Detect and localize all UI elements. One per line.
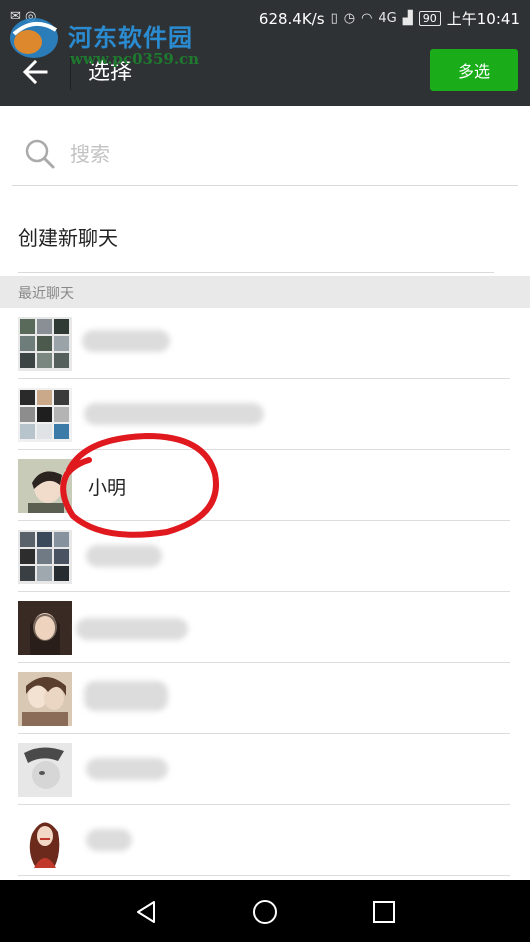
nav-recent-apps-icon[interactable] bbox=[370, 898, 398, 926]
obscured-name bbox=[84, 681, 168, 711]
search-icon bbox=[25, 139, 55, 169]
section-title: 最近聊天 bbox=[18, 286, 74, 302]
nav-back-icon[interactable] bbox=[132, 898, 160, 926]
obscured-name bbox=[86, 758, 168, 780]
signal-icon: ▟ bbox=[402, 11, 413, 26]
obscured-name bbox=[82, 330, 170, 352]
contact-row[interactable] bbox=[0, 663, 530, 734]
watermark-title: 河东软件园 bbox=[68, 23, 193, 52]
recent-chat-list: 小明 bbox=[0, 308, 530, 876]
network-type: 4G bbox=[378, 11, 397, 26]
contact-row[interactable] bbox=[0, 592, 530, 663]
search-input[interactable] bbox=[70, 138, 490, 170]
contact-row[interactable] bbox=[0, 734, 530, 805]
person-avatar bbox=[18, 743, 72, 797]
illustration-avatar bbox=[18, 814, 72, 868]
obscured-name bbox=[76, 618, 188, 640]
create-new-chat-item[interactable]: 创建新聊天 bbox=[0, 200, 530, 272]
contact-row[interactable] bbox=[0, 308, 530, 379]
obscured-name bbox=[86, 829, 132, 851]
person-avatar bbox=[18, 672, 72, 726]
recent-chats-header: 最近聊天 bbox=[0, 276, 530, 308]
watermark-url: www.pc0359.cn bbox=[70, 50, 200, 68]
obscured-name bbox=[84, 403, 264, 425]
wifi-icon: ◠ bbox=[361, 11, 373, 26]
search-bar bbox=[12, 120, 518, 186]
watermark-logo-icon bbox=[10, 18, 58, 58]
battery-icon: 90 bbox=[418, 11, 441, 26]
red-circle-annotation bbox=[60, 432, 219, 538]
watermark: 河东软件园 www.pc0359.cn bbox=[4, 8, 214, 70]
alarm-icon: ◷ bbox=[343, 11, 356, 26]
obscured-name bbox=[86, 545, 162, 567]
network-speed: 628.4K/s bbox=[258, 9, 325, 28]
status-indicators: 628.4K/s ▯ ◷ ◠ 4G ▟ 90 上午10:41 bbox=[259, 8, 520, 29]
create-new-chat-label: 创建新聊天 bbox=[18, 226, 118, 250]
divider bbox=[18, 875, 510, 876]
person-avatar bbox=[18, 601, 72, 655]
vibrate-icon: ▯ bbox=[330, 11, 338, 26]
contact-row[interactable] bbox=[0, 805, 530, 876]
multi-select-button[interactable]: 多选 bbox=[430, 49, 518, 91]
divider bbox=[18, 272, 494, 273]
group-avatar bbox=[18, 317, 72, 371]
nav-home-icon[interactable] bbox=[251, 898, 279, 926]
clock: 上午10:41 bbox=[446, 10, 520, 28]
system-navigation-bar bbox=[0, 880, 530, 942]
